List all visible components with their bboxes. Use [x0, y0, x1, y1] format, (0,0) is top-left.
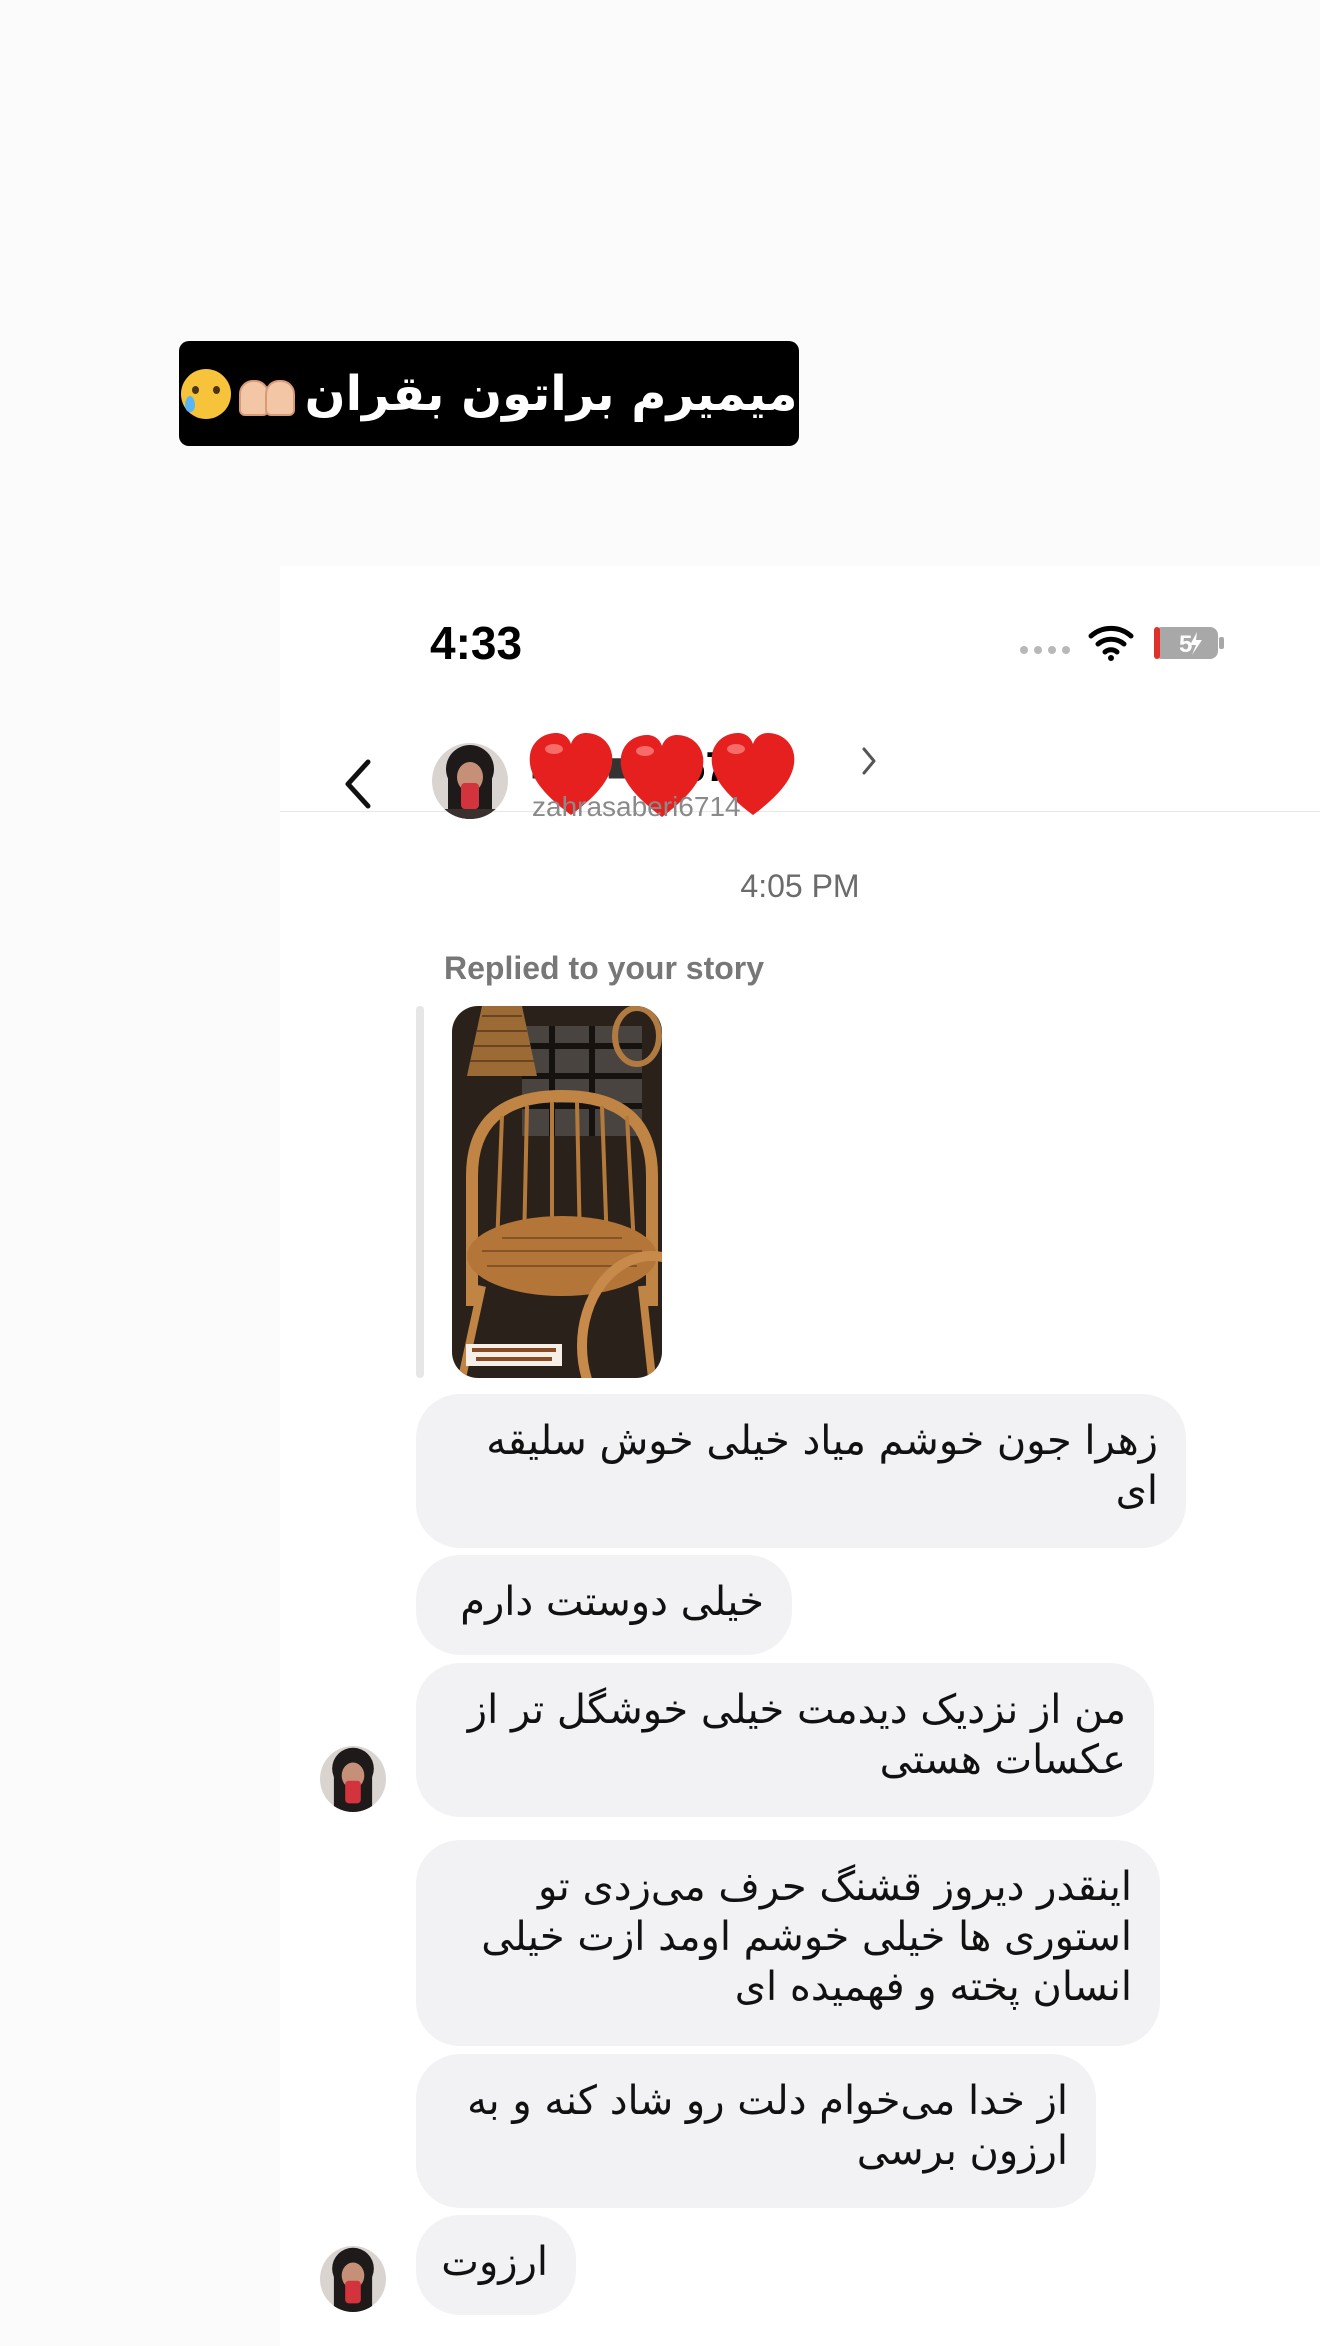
- message-bubble[interactable]: زهرا جون خوشم میاد خیلی خوش سلیقه ای: [416, 1394, 1186, 1548]
- status-time: 4:33: [430, 617, 523, 669]
- message-bubble[interactable]: من از نزدیک دیدمت خیلی خوشگل تر از عکسات…: [416, 1663, 1154, 1817]
- contact-username: zahrasaberi6714: [532, 791, 741, 822]
- message-bubble[interactable]: اینقدر دیروز قشنگ حرف می‌زدی تو استوری ه…: [416, 1840, 1160, 2046]
- message-bubble[interactable]: از خدا می‌خوام دلت رو شاد کنه و به ارزون…: [416, 2054, 1096, 2208]
- story-thumbnail[interactable]: [452, 1006, 662, 1378]
- message-bubble[interactable]: ارزوت: [416, 2215, 576, 2315]
- heart-hands-icon: [237, 374, 295, 416]
- avatar[interactable]: [320, 2246, 386, 2312]
- avatar-image: [320, 1746, 386, 1812]
- battery-icon: 5: [1154, 627, 1224, 659]
- wicker-chair-image: [452, 1006, 662, 1378]
- avatar-image: [320, 2246, 386, 2312]
- message-timestamp: 4:05 PM: [740, 868, 860, 904]
- message-bubble[interactable]: خیلی دوستت دارم: [416, 1555, 792, 1655]
- avatar-image: [432, 743, 508, 819]
- wifi-icon: [1088, 625, 1134, 661]
- crying-face-icon: [180, 368, 231, 419]
- caption-text: میمیرم براتون بقران: [304, 365, 798, 422]
- chat-header: ■■■■■■67 zahrasaberi6714: [280, 681, 1320, 822]
- caption-emoji-group: [180, 368, 295, 419]
- reply-quote-bar: [416, 1006, 424, 1378]
- avatar[interactable]: [432, 743, 508, 819]
- back-arrow-icon[interactable]: [340, 756, 376, 812]
- caption-sticker: میمیرم براتون بقران: [179, 341, 799, 446]
- dm-screenshot: 4:33 5 ■■■■■■67: [280, 566, 1320, 2346]
- chevron-right-icon[interactable]: [858, 743, 880, 779]
- avatar[interactable]: [320, 1746, 386, 1812]
- story-reply-label: Replied to your story: [444, 950, 765, 986]
- cellular-signal-icon: [1020, 646, 1070, 654]
